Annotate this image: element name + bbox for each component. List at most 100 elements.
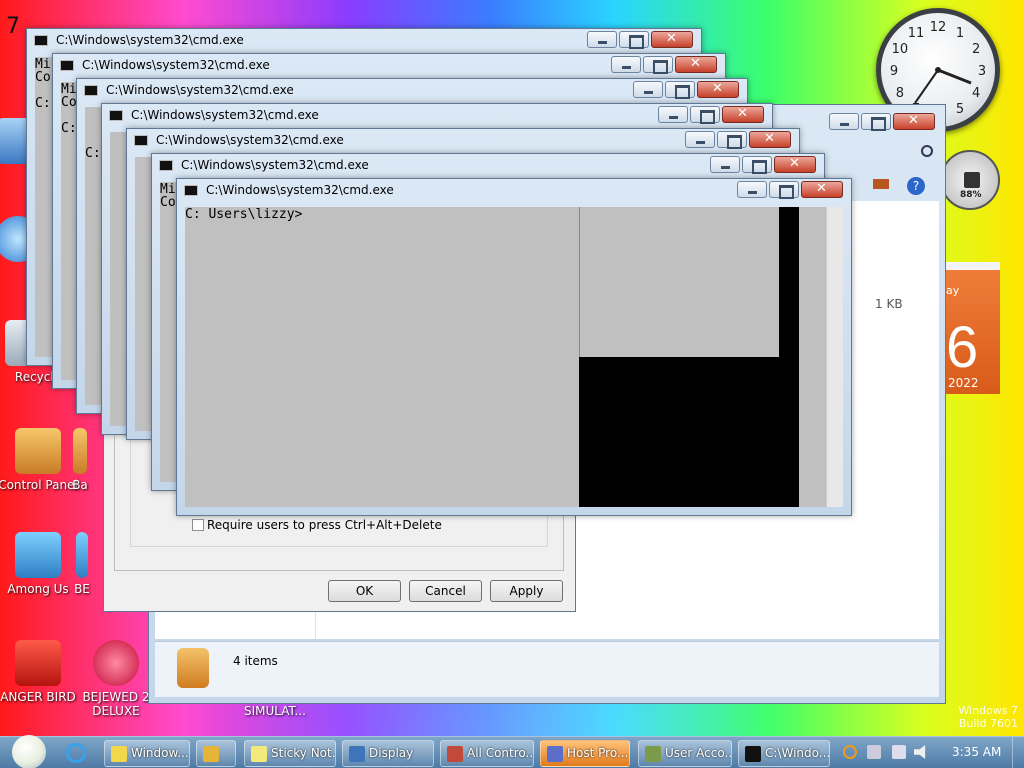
apply-button[interactable]: Apply xyxy=(490,580,563,602)
minimize-button[interactable] xyxy=(710,156,740,173)
close-button[interactable] xyxy=(774,156,816,173)
maximize-button[interactable] xyxy=(665,81,695,99)
minimize-button[interactable] xyxy=(633,81,663,98)
watermark: Windows 7 Build 7601 xyxy=(958,704,1018,730)
ctrl-alt-del-checkbox[interactable] xyxy=(192,519,204,531)
close-button[interactable] xyxy=(801,181,843,198)
cmd-icon xyxy=(60,60,74,71)
minimize-button[interactable] xyxy=(737,181,767,198)
cpu-meter-gadget[interactable]: 88% xyxy=(940,150,1000,210)
cmd-console[interactable]: C: Users\lizzy> xyxy=(185,207,843,507)
action-center-icon[interactable] xyxy=(892,745,906,759)
partial-icon[interactable]: Ba xyxy=(60,428,100,492)
help-icon[interactable]: ? xyxy=(907,177,925,195)
search-icon[interactable] xyxy=(921,145,933,157)
clock-number: 2 xyxy=(972,42,980,57)
calendar-year: 2022 xyxy=(948,376,979,390)
close-button[interactable] xyxy=(722,106,764,123)
cmd-titlebar[interactable]: C:\Windows\system32\cmd.exe xyxy=(127,129,799,151)
calendar-gadget[interactable]: ay 6 2022 xyxy=(946,262,1000,394)
cmd-title: C:\Windows\system32\cmd.exe xyxy=(181,158,369,172)
cmd-icon xyxy=(109,110,123,121)
taskbar-app-icon xyxy=(447,746,463,762)
cmd-titlebar[interactable]: C:\Windows\system32\cmd.exe xyxy=(53,54,725,76)
file-size: 1 KB xyxy=(875,297,903,311)
folder-toolbar-icon[interactable] xyxy=(873,179,889,189)
taskbar-app-icon xyxy=(251,746,267,762)
maximize-button[interactable] xyxy=(769,181,799,199)
cmd-icon xyxy=(134,135,148,146)
meter-chip-icon xyxy=(964,172,980,188)
close-button[interactable] xyxy=(893,113,935,130)
volume-icon[interactable] xyxy=(914,745,926,759)
vertical-scrollbar[interactable] xyxy=(826,207,843,507)
show-desktop-button[interactable] xyxy=(1012,737,1024,768)
taskbar-app-icon xyxy=(349,746,365,762)
taskbar-app-icon xyxy=(745,746,761,762)
taskbar-app-icon xyxy=(547,746,563,762)
clock-number: 9 xyxy=(890,64,898,79)
taskbar-button[interactable] xyxy=(196,740,236,767)
taskbar-button[interactable]: Window... xyxy=(104,740,190,767)
bejewed-icon[interactable]: BEJEWED 2 DELUXE xyxy=(76,640,156,718)
bejewed-label: BEJEWED 2 DELUXE xyxy=(82,690,150,718)
console-line: Co xyxy=(35,70,51,85)
ok-button[interactable]: OK xyxy=(328,580,401,602)
cmd-title: C:\Windows\system32\cmd.exe xyxy=(156,133,344,147)
close-button[interactable] xyxy=(749,131,791,148)
taskbar-app-icon xyxy=(645,746,661,762)
maximize-button[interactable] xyxy=(619,31,649,49)
taskbar-button-label: C:\Windo... xyxy=(765,746,830,760)
taskbar-button[interactable]: C:\Windo... xyxy=(738,740,830,767)
cancel-button[interactable]: Cancel xyxy=(409,580,482,602)
minimize-button[interactable] xyxy=(587,31,617,48)
taskbar-button-label: All Contro... xyxy=(467,746,534,760)
taskbar-button[interactable]: Sticky Not... xyxy=(244,740,336,767)
cmd-icon xyxy=(159,160,173,171)
cmd-titlebar[interactable]: C:\Windows\system32\cmd.exe xyxy=(102,104,772,126)
cmd-titlebar[interactable]: C:\Windows\system32\cmd.exe xyxy=(27,29,701,51)
cmd-title: C:\Windows\system32\cmd.exe xyxy=(56,33,244,47)
search-tray-icon[interactable] xyxy=(843,745,857,759)
taskbar-button[interactable]: User Acco... xyxy=(638,740,732,767)
maximize-button[interactable] xyxy=(717,131,747,149)
cmd-icon xyxy=(84,85,98,96)
cmd-titlebar[interactable]: C:\Windows\system32\cmd.exe xyxy=(152,154,824,176)
angry-bird-icon[interactable]: ANGER BIRD xyxy=(0,640,78,704)
taskbar-button-label: Host Pro... xyxy=(567,746,629,760)
maximize-button[interactable] xyxy=(861,113,891,131)
cmd-window[interactable]: C:\Windows\system32\cmd.exe C: Users\lizz… xyxy=(176,178,852,516)
taskbar-button[interactable]: Host Pro... xyxy=(540,740,630,767)
clock-number: 11 xyxy=(908,26,925,41)
taskbar-button-label: Sticky Not... xyxy=(271,746,336,760)
minimize-button[interactable] xyxy=(611,56,641,73)
calendar-day: 6 xyxy=(946,315,979,380)
clock-number: 1 xyxy=(956,26,964,41)
console-scroll-area xyxy=(579,207,779,357)
clock-number: 3 xyxy=(978,64,986,79)
close-button[interactable] xyxy=(651,31,693,48)
minimize-button[interactable] xyxy=(685,131,715,148)
taskbar-button[interactable]: All Contro... xyxy=(440,740,534,767)
maximize-button[interactable] xyxy=(690,106,720,124)
start-button[interactable] xyxy=(12,735,46,768)
network-tray-icon[interactable] xyxy=(867,745,881,759)
cmd-titlebar[interactable]: C:\Windows\system32\cmd.exe xyxy=(177,179,851,201)
minimize-button[interactable] xyxy=(829,113,859,130)
taskbar-clock[interactable]: 3:35 AM xyxy=(952,745,1001,759)
cmd-icon xyxy=(184,185,198,196)
internet-explorer-icon[interactable] xyxy=(66,743,86,763)
cmd-titlebar[interactable]: C:\Windows\system32\cmd.exe xyxy=(77,79,747,101)
calendar-month: ay xyxy=(946,284,960,297)
maximize-button[interactable] xyxy=(643,56,673,74)
taskbar: Window... Sticky Not... Display All Contro.… xyxy=(0,735,1024,768)
clock-number: 12 xyxy=(930,20,947,35)
minimize-button[interactable] xyxy=(658,106,688,123)
close-button[interactable] xyxy=(675,56,717,73)
simulator-label[interactable]: SIMULAT... xyxy=(244,704,306,718)
close-button[interactable] xyxy=(697,81,739,98)
maximize-button[interactable] xyxy=(742,156,772,174)
partial-icon-2-label: BE xyxy=(74,582,90,596)
taskbar-button[interactable]: Display xyxy=(342,740,434,767)
partial-icon-2[interactable]: BE xyxy=(62,532,102,596)
